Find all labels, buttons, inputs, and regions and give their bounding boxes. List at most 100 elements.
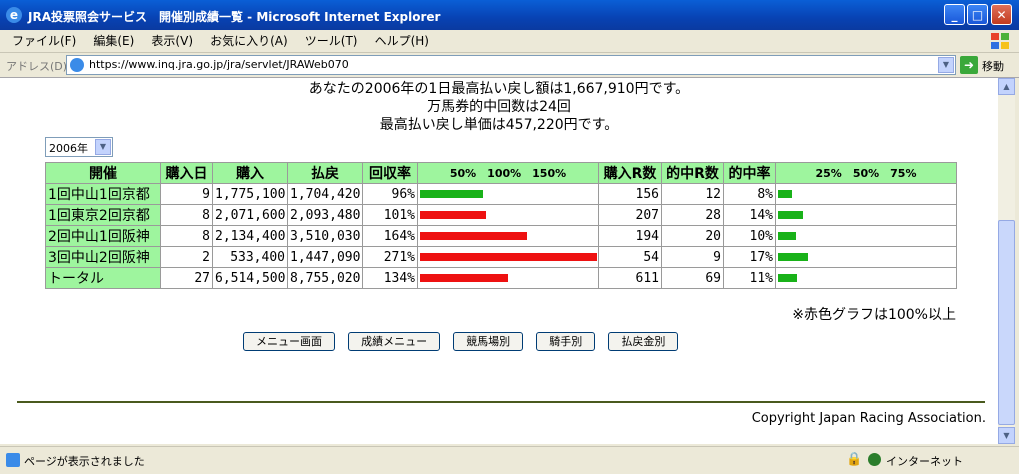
row-purchase-races: 156 [598, 183, 662, 205]
row-purchase-races: 611 [598, 267, 662, 289]
windows-logo-icon [991, 33, 1009, 49]
recovery-bar [420, 253, 597, 261]
row-purchase: 2,071,600 [212, 204, 288, 226]
go-arrow-icon[interactable]: ➜ [960, 56, 978, 74]
row-hit-races: 28 [661, 204, 724, 226]
col-payout: 払戻 [287, 162, 363, 184]
row-purchase-races: 207 [598, 204, 662, 226]
row-payout: 8,755,020 [287, 267, 363, 289]
year-select-value: 2006年 [49, 142, 88, 155]
menu-bar: ファイル(F) 編集(E) 表示(V) お気に入り(A) ツール(T) ヘルプ(… [0, 30, 1019, 53]
row-purchase-days: 9 [160, 183, 213, 205]
summary-max-payout: あなたの2006年の1日最高払い戻し額は1,667,910円です。 [308, 81, 690, 97]
address-input[interactable]: https://www.inq.jra.go.jp/jra/servlet/JR… [66, 55, 956, 75]
row-hit-races: 69 [661, 267, 724, 289]
divider [17, 401, 985, 403]
nav-buttons: メニュー画面 成績メニュー 競馬場別 騎手別 払戻金別 [243, 330, 686, 351]
by-payout-button[interactable]: 払戻金別 [608, 331, 679, 351]
menu-screen-button[interactable]: メニュー画面 [243, 331, 335, 351]
hit-rate-bar [778, 211, 803, 219]
row-purchase-races: 194 [598, 225, 662, 247]
chevron-down-icon[interactable]: ▼ [95, 139, 111, 155]
results-table: 開催 購入日 購入 払戻 回収率 50% 100% 150% 購入R数 的中R数… [45, 162, 957, 289]
row-recovery-graph [417, 267, 599, 289]
row-recovery-graph [417, 225, 599, 247]
row-hit-rate: 8% [723, 183, 776, 205]
scroll-down-icon[interactable]: ▼ [998, 427, 1015, 444]
col-hit-graph: 25% 50% 75% [775, 162, 957, 184]
status-bar: ページが表示されました 🔒 インターネット [0, 446, 1019, 474]
menu-view[interactable]: 表示(V) [151, 30, 193, 52]
row-hit-rate: 10% [723, 225, 776, 247]
row-kaisai: 2回中山1回阪神 [45, 225, 161, 247]
graph-note: ※赤色グラフは100%以上 [792, 307, 956, 323]
summary: あなたの2006年の1日最高払い戻し額は1,667,910円です。 万馬券的中回… [0, 80, 998, 134]
menu-help[interactable]: ヘルプ(H) [375, 30, 429, 52]
go-button[interactable]: 移動 [982, 58, 1004, 74]
maximize-button[interactable]: □ [967, 4, 988, 25]
recovery-bar [420, 190, 483, 198]
row-kaisai: 1回東京2回京都 [45, 204, 161, 226]
col-kaisai: 開催 [45, 162, 161, 184]
by-racecourse-button[interactable]: 競馬場別 [453, 331, 524, 351]
row-kaisai: トータル [45, 267, 161, 289]
page-done-icon [6, 453, 20, 467]
row-purchase: 2,134,400 [212, 225, 288, 247]
row-recovery-rate: 271% [362, 246, 418, 268]
col-purchase: 購入 [212, 162, 288, 184]
address-label: アドレス(D) [6, 60, 68, 73]
row-recovery-graph [417, 204, 599, 226]
table-header-row: 開催 購入日 購入 払戻 回収率 50% 100% 150% 購入R数 的中R数… [45, 162, 957, 184]
recovery-bar [420, 211, 486, 219]
row-hit-graph [775, 204, 957, 226]
globe-icon [868, 453, 881, 466]
copyright: Copyright Japan Racing Association. [751, 411, 986, 426]
hit-rate-bar [778, 232, 796, 240]
page-content: あなたの2006年の1日最高払い戻し額は1,667,910円です。 万馬券的中回… [0, 78, 998, 444]
row-purchase-days: 2 [160, 246, 213, 268]
row-kaisai: 3回中山2回阪神 [45, 246, 161, 268]
col-hit-rate: 的中率 [723, 162, 776, 184]
row-purchase-races: 54 [598, 246, 662, 268]
lock-icon: 🔒 [846, 452, 863, 467]
scroll-up-icon[interactable]: ▲ [998, 78, 1015, 95]
menu-file[interactable]: ファイル(F) [12, 30, 76, 52]
scrollbar-thumb[interactable] [998, 220, 1015, 425]
menu-tools[interactable]: ツール(T) [305, 30, 358, 52]
menu-edit[interactable]: 編集(E) [93, 30, 134, 52]
col-recovery-rate: 回収率 [362, 162, 418, 184]
row-payout: 2,093,480 [287, 204, 363, 226]
address-url[interactable]: https://www.inq.jra.go.jp/jra/servlet/JR… [89, 58, 349, 71]
row-purchase: 1,775,100 [212, 183, 288, 205]
row-purchase: 533,400 [212, 246, 288, 268]
row-payout: 1,447,090 [287, 246, 363, 268]
row-hit-rate: 17% [723, 246, 776, 268]
menu-favorites[interactable]: お気に入り(A) [210, 30, 288, 52]
row-recovery-graph [417, 183, 599, 205]
page-icon [70, 58, 84, 72]
row-payout: 1,704,420 [287, 183, 363, 205]
row-hit-graph [775, 267, 957, 289]
recovery-bar [420, 232, 528, 240]
row-purchase-days: 8 [160, 204, 213, 226]
minimize-button[interactable]: _ [944, 4, 965, 25]
row-hit-graph [775, 225, 957, 247]
row-purchase-days: 27 [160, 267, 213, 289]
row-hit-rate: 14% [723, 204, 776, 226]
chevron-down-icon[interactable]: ▼ [938, 57, 954, 73]
row-recovery-rate: 101% [362, 204, 418, 226]
year-select[interactable]: 2006年 ▼ [45, 137, 113, 157]
vertical-scrollbar[interactable]: ▲ ▼ [998, 78, 1015, 444]
row-hit-rate: 11% [723, 267, 776, 289]
col-recovery-graph: 50% 100% 150% [417, 162, 599, 184]
row-hit-races: 9 [661, 246, 724, 268]
row-hit-graph [775, 246, 957, 268]
hit-rate-bar [778, 274, 798, 282]
recovery-bar [420, 274, 508, 282]
close-button[interactable]: ✕ [991, 4, 1012, 25]
results-menu-button[interactable]: 成績メニュー [348, 331, 441, 351]
by-jockey-button[interactable]: 騎手別 [536, 331, 596, 351]
row-payout: 3,510,030 [287, 225, 363, 247]
hit-rate-bar [778, 253, 809, 261]
table-row: 1回東京2回京都 8 2,071,600 2,093,480 101% 207 28 14% [45, 204, 957, 226]
